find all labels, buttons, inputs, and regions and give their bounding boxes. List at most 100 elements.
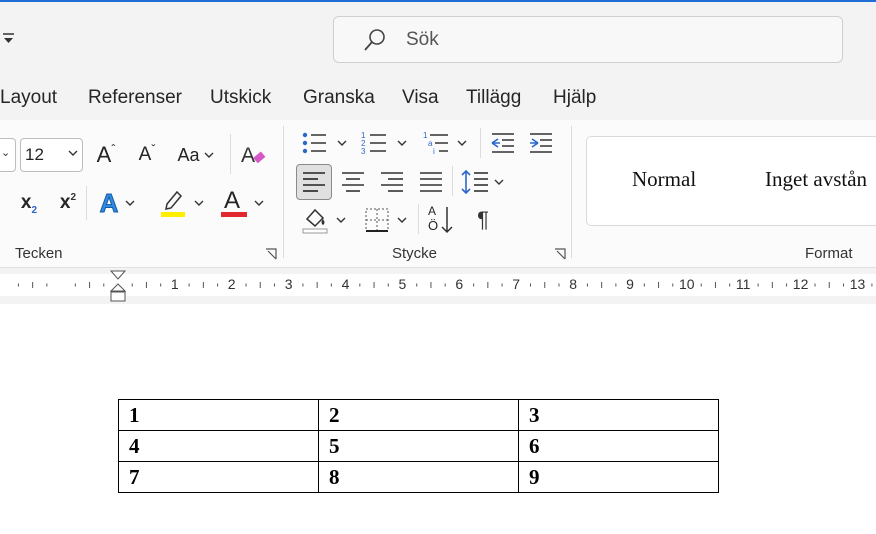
align-center-icon — [342, 172, 364, 192]
bullets-button[interactable] — [298, 126, 350, 160]
align-right-icon — [381, 172, 403, 192]
font-color-icon: A — [221, 187, 247, 219]
highlighter-icon — [161, 190, 185, 217]
font-dialog-launcher-icon[interactable] — [265, 248, 278, 261]
search-box[interactable]: Sök — [333, 16, 843, 63]
grow-font-button[interactable]: Aˆ — [92, 138, 120, 172]
bullets-icon — [302, 132, 326, 154]
chevron-down-icon — [204, 152, 214, 158]
justify-button[interactable] — [416, 164, 446, 200]
tab-granska[interactable]: Granska — [303, 87, 375, 109]
sort-icon: A Ö — [425, 204, 455, 236]
show-formatting-marks-button[interactable]: ¶ — [468, 202, 498, 238]
superscript-icon: x — [59, 192, 71, 213]
tab-referenser[interactable]: Referenser — [88, 87, 182, 109]
table-row: 7 8 9 — [118, 461, 719, 493]
font-color-button[interactable]: A — [217, 186, 269, 220]
highlight-color-button[interactable] — [156, 186, 208, 220]
table-row: 1 2 3 — [118, 399, 719, 431]
chevron-down-icon — [337, 140, 347, 146]
chevron-down-icon: ⌄ — [1, 147, 11, 159]
style-no-spacing[interactable]: Inget avstån — [765, 167, 867, 192]
clear-formatting-button[interactable]: A — [238, 138, 268, 172]
tab-utskick[interactable]: Utskick — [210, 87, 271, 109]
ribbon-tabs: Layout Referenser Utskick Granska Visa T… — [0, 76, 876, 120]
decrease-indent-button[interactable] — [488, 126, 518, 160]
chevron-down-icon — [194, 200, 204, 206]
text-effects-icon: A — [99, 187, 119, 218]
tab-layout[interactable]: Layout — [0, 87, 57, 109]
table-cell[interactable]: 6 — [518, 430, 719, 462]
numbering-button[interactable]: 123 — [358, 126, 410, 160]
table-cell[interactable]: 3 — [518, 399, 719, 431]
table-cell[interactable]: 4 — [118, 430, 319, 462]
style-normal[interactable]: Normal — [632, 167, 696, 192]
ruler-number: 10 — [679, 276, 695, 292]
customize-quick-access-icon[interactable] — [2, 28, 16, 48]
svg-text:A: A — [241, 144, 255, 167]
superscript-mark: 2 — [70, 191, 77, 203]
font-name-dropdown[interactable]: ⌄ — [0, 138, 16, 172]
svg-text:i: i — [433, 147, 435, 156]
multilevel-list-icon: 1ai — [423, 131, 448, 156]
table-cell[interactable]: 7 — [118, 461, 319, 493]
chevron-down-icon — [125, 200, 135, 206]
change-case-icon: Aa — [177, 144, 200, 165]
ruler-number: 8 — [569, 276, 577, 292]
subscript-icon: x — [20, 192, 32, 213]
font-size-value[interactable]: 12 — [25, 145, 44, 165]
ruler-number: 6 — [455, 276, 464, 292]
change-case-button[interactable]: Aa — [172, 138, 220, 172]
text-effects-button[interactable]: A — [94, 186, 142, 220]
table-cell[interactable]: 8 — [318, 461, 519, 493]
line-spacing-icon — [461, 169, 488, 195]
tab-visa[interactable]: Visa — [402, 87, 439, 109]
chevron-down-icon — [336, 217, 346, 223]
chevron-down-icon — [67, 143, 79, 168]
font-size-combo[interactable]: 12 — [20, 138, 83, 172]
table-cell[interactable]: 1 — [118, 399, 319, 431]
shading-button[interactable] — [298, 202, 350, 238]
search-placeholder[interactable]: Sök — [406, 29, 439, 51]
table-cell[interactable]: 5 — [318, 430, 519, 462]
chevron-down-icon — [397, 140, 407, 146]
align-left-button[interactable] — [296, 164, 332, 200]
increase-indent-button[interactable] — [526, 126, 556, 160]
styles-gallery: Normal Inget avstån — [586, 136, 876, 226]
ruler-number: 3 — [284, 276, 293, 292]
chevron-down-icon — [494, 179, 504, 185]
multilevel-list-button[interactable]: 1ai — [420, 126, 470, 160]
increase-indent-icon — [530, 133, 552, 153]
title-bar: Sök — [0, 0, 876, 76]
ruler-number: 2 — [227, 276, 236, 292]
table-row: 4 5 6 — [118, 430, 719, 462]
chevron-down-icon — [254, 200, 264, 206]
indent-marker-icon[interactable] — [109, 270, 127, 304]
clear-formatting-icon: A — [241, 144, 266, 167]
table-cell[interactable]: 2 — [318, 399, 519, 431]
ruler-number: 12 — [792, 276, 809, 292]
table-cell[interactable]: 9 — [518, 461, 719, 493]
numbering-icon: 123 — [361, 131, 386, 156]
ruler-number: 13 — [849, 276, 866, 292]
line-spacing-button[interactable] — [458, 164, 508, 200]
tab-tillagg[interactable]: Tillägg — [466, 87, 521, 109]
subscript-mark: 2 — [31, 204, 38, 216]
shrink-font-button[interactable]: Aˇ — [133, 138, 161, 172]
ruler-number: 5 — [398, 276, 407, 292]
search-icon — [362, 27, 388, 53]
borders-button[interactable] — [360, 202, 412, 238]
document-table[interactable]: 1 2 3 4 5 6 7 8 9 — [118, 399, 719, 493]
align-center-button[interactable] — [338, 164, 368, 200]
superscript-button[interactable]: x2 — [55, 186, 81, 220]
group-label-styles: Format — [805, 245, 853, 262]
paragraph-dialog-launcher-icon[interactable] — [554, 248, 567, 261]
shrink-font-icon: A — [138, 144, 152, 165]
decrease-indent-icon — [491, 133, 514, 153]
align-right-button[interactable] — [377, 164, 407, 200]
pilcrow-icon: ¶ — [477, 207, 489, 232]
group-label-paragraph: Stycke — [392, 245, 438, 262]
subscript-button[interactable]: x2 — [16, 186, 42, 220]
tab-hjalp[interactable]: Hjälp — [553, 87, 596, 109]
sort-button[interactable]: A Ö — [424, 202, 456, 238]
